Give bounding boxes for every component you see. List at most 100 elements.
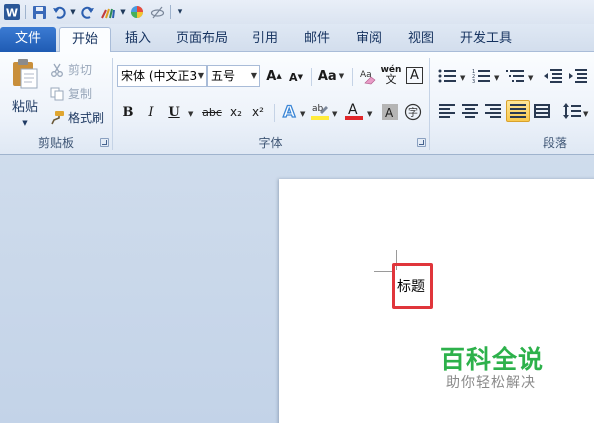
- eraser-icon[interactable]: [147, 2, 167, 22]
- clipboard-launcher-icon[interactable]: [100, 138, 109, 147]
- tab-view[interactable]: 视图: [401, 27, 441, 53]
- increase-indent-icon: [569, 69, 587, 83]
- align-right-button[interactable]: [483, 101, 503, 121]
- tab-home[interactable]: 开始: [59, 27, 111, 53]
- paintbrush-icon[interactable]: [97, 2, 119, 22]
- svg-text:A: A: [385, 106, 394, 120]
- divider: [311, 68, 312, 86]
- font-color-dropdown-icon[interactable]: ▼: [367, 110, 372, 118]
- numbering-dropdown-icon[interactable]: ▼: [494, 74, 499, 82]
- line-spacing-dropdown-icon[interactable]: ▼: [583, 110, 588, 118]
- clear-format-button[interactable]: Aa: [358, 66, 378, 86]
- underline-label: U: [168, 104, 180, 120]
- word-icon[interactable]: W: [2, 2, 22, 22]
- document-heading[interactable]: 标题: [397, 276, 425, 296]
- multilevel-list-button[interactable]: [505, 66, 525, 86]
- save-icon[interactable]: [29, 2, 49, 22]
- change-case-button[interactable]: Aa ▼: [317, 66, 345, 86]
- superscript-label: x²: [252, 105, 264, 119]
- phonetic-guide-button[interactable]: wén 文: [381, 65, 402, 86]
- enclose-characters-button[interactable]: 字: [403, 102, 423, 122]
- shrink-font-button[interactable]: A ▼: [286, 67, 306, 87]
- tab-mailings[interactable]: 邮件: [297, 27, 337, 53]
- paste-icon: [13, 59, 38, 89]
- redo-icon[interactable]: [77, 2, 97, 22]
- watermark-subtitle: 助你轻松解决: [446, 375, 536, 391]
- decrease-indent-button[interactable]: [543, 66, 563, 86]
- character-shading-button[interactable]: A: [380, 102, 400, 122]
- tab-developer[interactable]: 开发工具: [454, 27, 518, 53]
- highlight-dropdown-icon[interactable]: ▼: [332, 110, 337, 118]
- distributed-icon: [534, 104, 550, 118]
- highlight-button[interactable]: ab: [310, 101, 330, 121]
- tab-insert[interactable]: 插入: [118, 27, 158, 53]
- chevron-down-icon: ▼: [197, 71, 204, 80]
- align-left-button[interactable]: [437, 101, 457, 121]
- bullets-dropdown-icon[interactable]: ▼: [460, 74, 465, 82]
- align-center-button[interactable]: [460, 101, 480, 121]
- multilevel-list-icon: [506, 70, 524, 82]
- font-name-value: 宋体 (中文正3: [121, 69, 198, 83]
- decrease-indent-icon: [544, 69, 562, 83]
- grow-font-button[interactable]: A ▲: [264, 66, 284, 86]
- line-spacing-button[interactable]: [562, 101, 582, 121]
- tab-review[interactable]: 审阅: [349, 27, 389, 53]
- color-icon[interactable]: [127, 2, 147, 22]
- svg-text:A: A: [283, 102, 296, 121]
- justify-button[interactable]: [506, 100, 530, 122]
- font-launcher-icon[interactable]: [417, 138, 426, 147]
- subscript-button[interactable]: x₂: [226, 102, 246, 122]
- format-painter-button[interactable]: 格式刷: [50, 109, 104, 126]
- line-spacing-icon: [563, 103, 581, 119]
- distributed-button[interactable]: [532, 101, 552, 121]
- underline-button[interactable]: U: [164, 102, 184, 122]
- customize-icon[interactable]: ▾: [174, 2, 186, 22]
- bold-button[interactable]: B: [118, 102, 138, 122]
- cut-button[interactable]: 剪切: [50, 61, 92, 78]
- undo-icon[interactable]: [49, 2, 69, 22]
- font-name-select[interactable]: 宋体 (中文正3 ▼: [117, 65, 207, 87]
- increase-indent-button[interactable]: [568, 66, 588, 86]
- group-separator: [429, 58, 430, 150]
- cut-label: 剪切: [68, 63, 93, 77]
- bullets-button[interactable]: [437, 66, 457, 86]
- tab-page-layout[interactable]: 页面布局: [170, 27, 234, 53]
- undo-dropdown-icon[interactable]: ▼: [69, 2, 77, 22]
- tab-references[interactable]: 引用: [245, 27, 285, 53]
- character-border-button[interactable]: A: [406, 67, 423, 84]
- strikethrough-label: abc: [202, 105, 222, 119]
- text-effects-icon: A: [282, 101, 296, 121]
- italic-button[interactable]: I: [141, 102, 161, 122]
- strikethrough-button[interactable]: abc: [200, 102, 224, 122]
- superscript-button[interactable]: x²: [248, 102, 268, 122]
- clear-format-icon: Aa: [360, 70, 376, 85]
- shrink-arrow-icon: ▼: [297, 73, 303, 81]
- text-effects-dropdown-icon[interactable]: ▼: [300, 110, 305, 118]
- format-painter-label: 格式刷: [68, 111, 105, 125]
- format-painter-icon: [51, 111, 64, 125]
- numbering-icon: 123: [472, 69, 490, 84]
- divider: [274, 104, 275, 122]
- paste-dropdown-icon[interactable]: ▼: [22, 119, 27, 127]
- italic-label: I: [148, 104, 154, 120]
- paintbrush-dropdown-icon[interactable]: ▼: [119, 2, 127, 22]
- underline-dropdown-icon[interactable]: ▼: [188, 110, 193, 118]
- ribbon: 粘贴 ▼ 剪切 复制 格式刷 剪贴板 宋体 (中文正3 ▼ 五号 ▼ A ▲ A…: [0, 52, 594, 155]
- paste-label: 粘贴: [11, 100, 38, 115]
- divider: [352, 68, 353, 86]
- word-window: W ▼ ▼ ▾ 文件 开始 插入 页面布局 引用 邮件 审阅 视图 开发工具 粘…: [0, 0, 594, 423]
- font-size-select[interactable]: 五号 ▼: [207, 65, 260, 87]
- grow-arrow-icon: ▲: [276, 72, 282, 80]
- paste-button[interactable]: 粘贴 ▼: [8, 58, 42, 130]
- copy-button[interactable]: 复制: [50, 85, 92, 102]
- copy-label: 复制: [68, 87, 93, 101]
- multilevel-dropdown-icon[interactable]: ▼: [528, 74, 533, 82]
- font-color-button[interactable]: A: [344, 101, 364, 121]
- quick-access-toolbar: W ▼ ▼ ▾: [0, 0, 594, 24]
- document-page[interactable]: [279, 179, 594, 423]
- text-effects-button[interactable]: A: [280, 101, 300, 121]
- tab-file[interactable]: 文件: [0, 27, 56, 52]
- chevron-down-icon: ▼: [250, 71, 257, 80]
- numbering-button[interactable]: 123: [471, 66, 491, 86]
- enclose-characters-icon: 字: [404, 103, 422, 121]
